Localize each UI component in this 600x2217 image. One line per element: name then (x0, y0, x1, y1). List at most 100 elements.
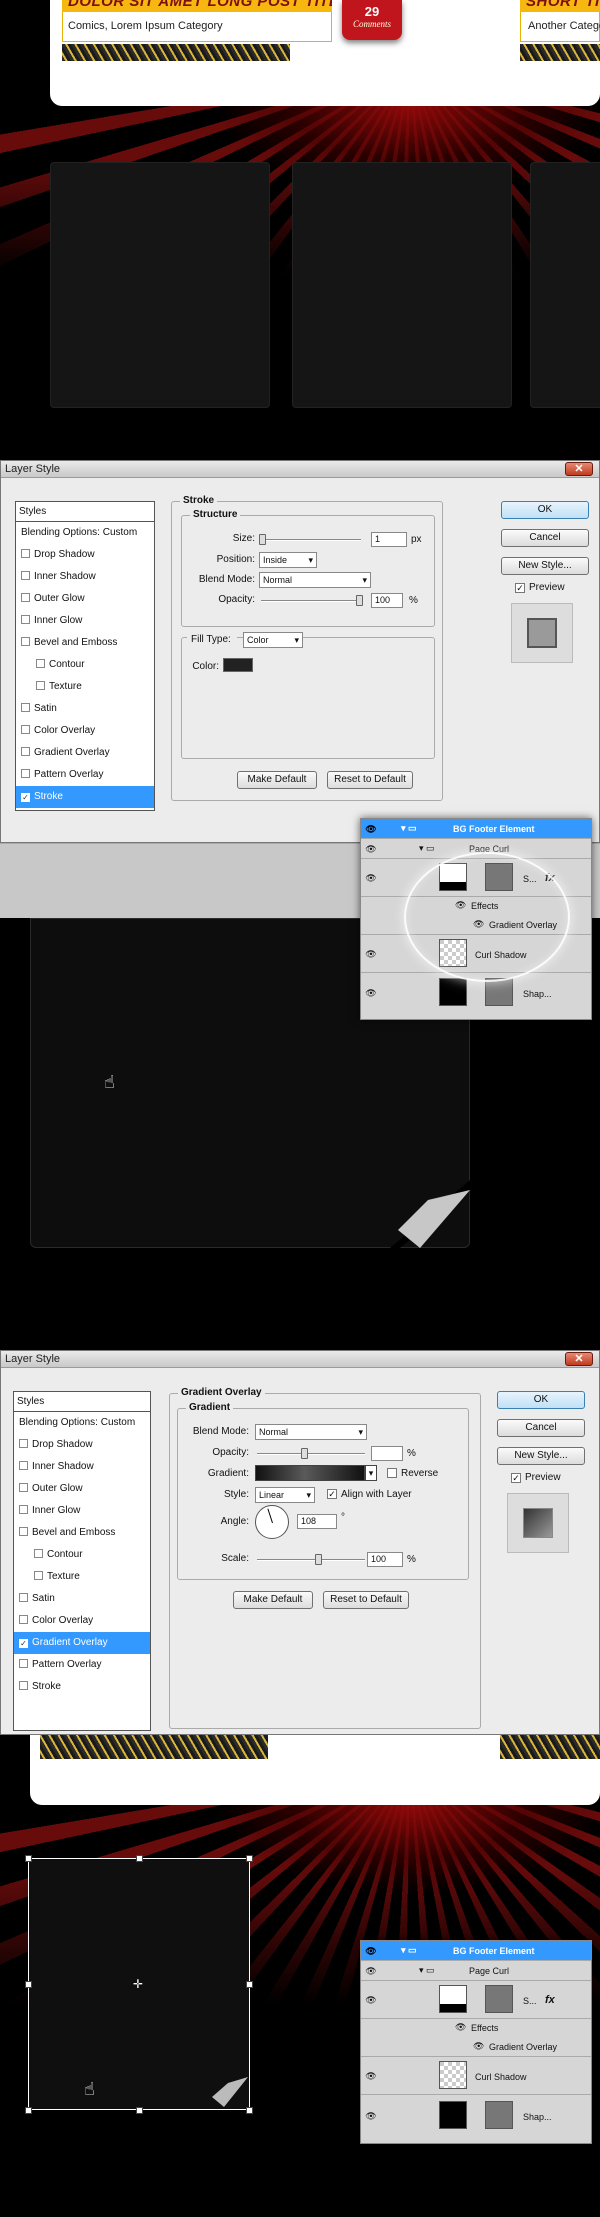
style-item-contour[interactable]: Contour (16, 654, 154, 676)
style-item-outer-glow[interactable]: Outer Glow (16, 588, 154, 610)
style-item-color-overlay[interactable]: Color Overlay (14, 1610, 150, 1632)
style-item-color-overlay[interactable]: Color Overlay (16, 720, 154, 742)
style-item-blending-options[interactable]: Blending Options: Custom (16, 522, 154, 544)
size-slider-track[interactable] (259, 539, 361, 541)
style-item-contour[interactable]: Contour (14, 1544, 150, 1566)
style-item-drop-shadow[interactable]: Drop Shadow (14, 1434, 150, 1456)
style-item-stroke[interactable]: Stroke (14, 1676, 150, 1698)
transform-handle-top-left[interactable] (25, 1855, 32, 1862)
post-title[interactable]: DOLOR SIT AMET LONG POST TITLE (62, 0, 332, 12)
style-item-drop-shadow[interactable]: Drop Shadow (16, 544, 154, 566)
checkbox[interactable] (36, 681, 45, 690)
layer-row-shape[interactable]: 👁 S... fx (361, 1981, 591, 2019)
checkbox[interactable] (19, 1659, 28, 1668)
position-select[interactable]: Inside (259, 552, 317, 568)
checkbox[interactable] (19, 1461, 28, 1470)
checkbox-checked[interactable]: ✓ (19, 1639, 28, 1648)
checkbox-checked[interactable]: ✓ (21, 793, 30, 802)
checkbox[interactable] (19, 1483, 28, 1492)
preview-checkbox[interactable]: ✓ (511, 1473, 521, 1483)
eye-icon[interactable]: 👁 (364, 2069, 378, 2083)
align-with-layer-checkbox[interactable]: ✓ (327, 1489, 337, 1499)
angle-dial[interactable] (255, 1505, 289, 1539)
style-item-pattern-overlay[interactable]: Pattern Overlay (16, 764, 154, 786)
style-item-gradient-overlay[interactable]: ✓ Gradient Overlay (14, 1632, 150, 1654)
opacity-slider-track[interactable] (257, 1453, 365, 1455)
style-item-satin[interactable]: Satin (16, 698, 154, 720)
layer-row-bg-footer-element[interactable]: 👁 ▾ ▭ BG Footer Element (361, 1941, 591, 1961)
make-default-button[interactable]: Make Default (237, 771, 317, 789)
reverse-checkbox[interactable] (387, 1468, 397, 1478)
eye-icon[interactable]: 👁 (364, 2109, 378, 2123)
opacity-slider-thumb[interactable] (356, 595, 363, 606)
eye-icon[interactable]: 👁 (455, 2022, 466, 2033)
new-style-button[interactable]: New Style... (501, 557, 589, 575)
checkbox[interactable] (19, 1527, 28, 1536)
checkbox[interactable] (21, 549, 30, 558)
checkbox[interactable] (21, 571, 30, 580)
style-item-texture[interactable]: Texture (14, 1566, 150, 1588)
transform-handle-middle-right[interactable] (246, 1981, 253, 1988)
post-category[interactable]: Comics, Lorem Ipsum Category (68, 20, 268, 32)
style-item-blending-options[interactable]: Blending Options: Custom (14, 1412, 150, 1434)
eye-icon[interactable]: 👁 (364, 1944, 378, 1958)
layer-row-gradient-overlay[interactable]: 👁 Gradient Overlay (361, 2037, 591, 2057)
stroke-color-swatch[interactable] (223, 658, 253, 672)
size-slider-thumb[interactable] (259, 534, 266, 545)
style-item-bevel-emboss[interactable]: Bevel and Emboss (14, 1522, 150, 1544)
eye-icon[interactable]: 👁 (473, 2041, 484, 2052)
layer-row-shape-base[interactable]: 👁 Shap... (361, 2095, 591, 2137)
style-item-inner-shadow[interactable]: Inner Shadow (16, 566, 154, 588)
reset-to-default-button[interactable]: Reset to Default (323, 1591, 409, 1609)
transform-handle-top-right[interactable] (246, 1855, 253, 1862)
cancel-button[interactable]: Cancel (497, 1419, 585, 1437)
style-item-outer-glow[interactable]: Outer Glow (14, 1478, 150, 1500)
checkbox[interactable] (19, 1615, 28, 1624)
eye-icon[interactable]: 👁 (364, 842, 378, 856)
checkbox[interactable] (34, 1571, 43, 1580)
scale-slider-track[interactable] (257, 1559, 365, 1561)
eye-icon[interactable]: 👁 (364, 947, 378, 961)
transform-handle-bottom-center[interactable] (136, 2107, 143, 2114)
transform-handle-top-center[interactable] (136, 1855, 143, 1862)
checkbox[interactable] (21, 769, 30, 778)
layer-row-effects[interactable]: 👁 Effects (361, 2019, 591, 2037)
comments-badge[interactable]: 29 Comments (342, 0, 402, 40)
ok-button[interactable]: OK (501, 501, 589, 519)
checkbox[interactable] (21, 615, 30, 624)
blend-mode-select[interactable]: Normal (255, 1424, 367, 1440)
checkbox[interactable] (21, 593, 30, 602)
layer-row-curl-shadow[interactable]: 👁 Curl Shadow (361, 2057, 591, 2095)
scale-slider-thumb[interactable] (315, 1554, 322, 1565)
style-select[interactable]: Linear (255, 1487, 315, 1503)
cancel-button[interactable]: Cancel (501, 529, 589, 547)
eye-icon[interactable]: 👁 (364, 871, 378, 885)
scale-input[interactable]: 100 (367, 1552, 403, 1567)
fill-type-select[interactable]: Color (243, 632, 303, 648)
transform-handle-bottom-left[interactable] (25, 2107, 32, 2114)
checkbox[interactable] (36, 659, 45, 668)
style-item-gradient-overlay[interactable]: Gradient Overlay (16, 742, 154, 764)
eye-icon[interactable]: 👁 (364, 822, 378, 836)
make-default-button[interactable]: Make Default (233, 1591, 313, 1609)
eye-icon[interactable]: 👁 (364, 1993, 378, 2007)
style-item-inner-glow[interactable]: Inner Glow (16, 610, 154, 632)
layer-row-bg-footer-element[interactable]: 👁 ▾ ▭ BG Footer Element (361, 819, 591, 839)
style-item-pattern-overlay[interactable]: Pattern Overlay (14, 1654, 150, 1676)
gradient-picker[interactable] (255, 1465, 365, 1481)
gradient-dropdown-icon[interactable]: ▾ (365, 1465, 377, 1481)
layer-row-page-curl[interactable]: 👁 ▾ ▭ Page Curl (361, 1961, 591, 1981)
checkbox[interactable] (19, 1439, 28, 1448)
angle-input[interactable]: 108 (297, 1514, 337, 1529)
styles-header[interactable]: Styles (14, 1392, 150, 1412)
fx-icon[interactable]: fx (545, 1994, 555, 2006)
style-item-inner-glow[interactable]: Inner Glow (14, 1500, 150, 1522)
post-title[interactable]: SHORT TITLE (520, 0, 600, 12)
checkbox[interactable] (21, 747, 30, 756)
ok-button[interactable]: OK (497, 1391, 585, 1409)
blend-mode-select[interactable]: Normal (259, 572, 371, 588)
eye-icon[interactable]: 👁 (364, 986, 378, 1000)
style-item-satin[interactable]: Satin (14, 1588, 150, 1610)
styles-header[interactable]: Styles (16, 502, 154, 522)
opacity-input[interactable] (371, 1446, 403, 1461)
